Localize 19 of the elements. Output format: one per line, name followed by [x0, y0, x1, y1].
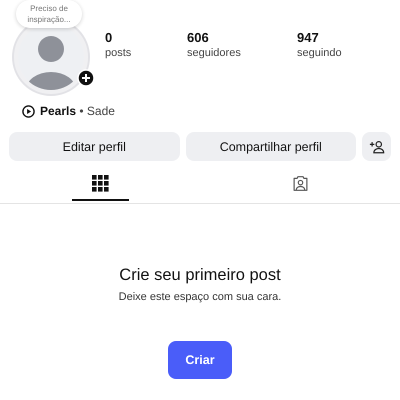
add-person-icon [368, 138, 384, 154]
note-tooltip[interactable]: Preciso de inspiração... [16, 0, 82, 28]
song-link[interactable]: Pearls • Sade [40, 104, 115, 118]
profile-button[interactable]: Compartilhar perfil [186, 132, 356, 161]
add-person-button[interactable] [362, 132, 391, 161]
stat-count: 606 [187, 30, 210, 45]
stat-count: 947 [297, 30, 320, 45]
empty-title: Crie seu primeiro post [119, 266, 281, 285]
grid-icon [92, 175, 108, 192]
profile-button[interactable]: Editar perfil [9, 132, 180, 161]
add-icon[interactable] [77, 69, 95, 87]
stat-label: posts [105, 47, 132, 59]
stat-label: seguindo [297, 47, 343, 59]
empty-subtitle: Deixe este espaço com sua cara. [118, 291, 282, 303]
create-button[interactable]: Criar [168, 341, 232, 379]
play-icon[interactable] [22, 104, 35, 118]
person-tag-icon [292, 175, 308, 192]
stat-label: seguidores [187, 47, 242, 59]
stat-count: 0 [105, 30, 114, 45]
